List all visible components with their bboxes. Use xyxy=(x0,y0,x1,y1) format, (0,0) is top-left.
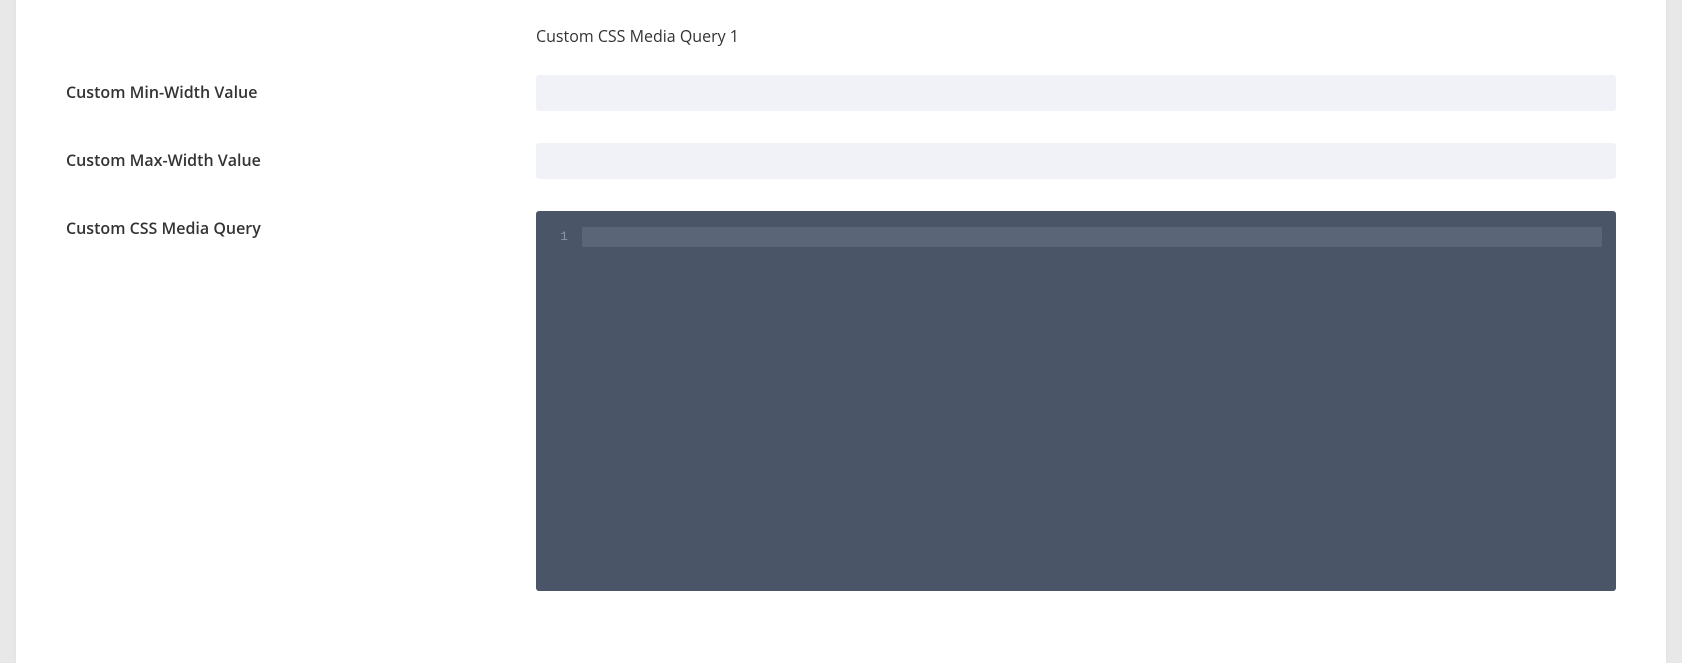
max-width-row: Custom Max-Width Value xyxy=(66,143,1616,179)
label-column: Custom Max-Width Value xyxy=(66,143,536,171)
css-code-editor[interactable]: 1 xyxy=(536,211,1616,591)
code-line-input[interactable] xyxy=(582,227,1602,247)
section-header-row: Custom CSS Media Query 1 xyxy=(66,20,1616,47)
line-number-gutter: 1 xyxy=(550,227,578,247)
css-query-label: Custom CSS Media Query xyxy=(66,217,261,239)
field-column xyxy=(536,143,1616,179)
min-width-row: Custom Min-Width Value xyxy=(66,75,1616,111)
min-width-label: Custom Min-Width Value xyxy=(66,81,257,103)
code-line: 1 xyxy=(550,227,1602,247)
field-column xyxy=(536,75,1616,111)
code-line-content xyxy=(582,227,1602,247)
min-width-input[interactable] xyxy=(536,75,1616,111)
label-column: Custom Min-Width Value xyxy=(66,75,536,103)
css-query-row: Custom CSS Media Query 1 xyxy=(66,211,1616,591)
label-column: Custom CSS Media Query xyxy=(66,211,536,239)
max-width-label: Custom Max-Width Value xyxy=(66,149,261,171)
settings-panel: Custom CSS Media Query 1 Custom Min-Widt… xyxy=(16,0,1666,663)
section-title: Custom CSS Media Query 1 xyxy=(536,25,739,47)
field-column: 1 xyxy=(536,211,1616,591)
max-width-input[interactable] xyxy=(536,143,1616,179)
